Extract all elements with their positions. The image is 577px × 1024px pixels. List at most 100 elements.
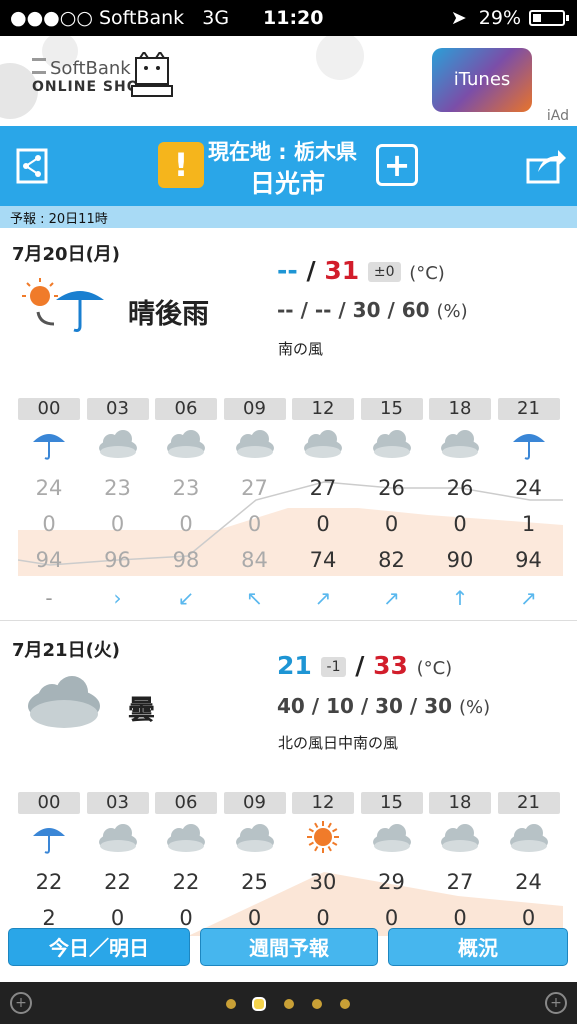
hour-slot: 18 xyxy=(429,398,491,462)
weather-text: 晴後雨 xyxy=(128,299,209,330)
page-dot[interactable] xyxy=(340,999,350,1009)
share-list-button[interactable] xyxy=(12,146,52,186)
tab-weekly[interactable]: 週間予報 xyxy=(200,928,378,966)
hour-temp: 24 xyxy=(35,476,63,500)
cloud-icon xyxy=(87,426,149,462)
hour-precip: 0 xyxy=(384,512,399,536)
battery-icon xyxy=(529,10,569,26)
hour-temp: 29 xyxy=(378,870,405,894)
hour-precip: 0 xyxy=(384,906,399,930)
hour-label: 15 xyxy=(360,398,423,420)
cloud-icon xyxy=(498,820,560,856)
hour-label: 21 xyxy=(497,398,560,420)
wind-text: 北の風日中南の風 xyxy=(278,734,399,752)
cloud-icon xyxy=(87,820,149,856)
add-location-button[interactable]: + xyxy=(376,144,418,186)
page-dot[interactable] xyxy=(284,999,294,1009)
city-name: 日光市 xyxy=(250,169,326,198)
hour-wind-direction: ↗ xyxy=(520,586,537,610)
warning-button[interactable]: ! xyxy=(158,142,204,188)
location-arrow-icon: ➤ xyxy=(450,7,467,29)
hour-humidity: 94 xyxy=(515,548,542,572)
clock: 11:20 xyxy=(263,7,324,29)
section-divider xyxy=(0,620,577,621)
hour-temp: 23 xyxy=(172,476,200,500)
page-dot[interactable] xyxy=(226,999,236,1009)
battery-percent: ➤ 29% xyxy=(450,7,521,29)
hour-temp: 27 xyxy=(309,476,337,500)
hour-precip: 0 xyxy=(521,906,536,930)
temp-high: 31 xyxy=(324,256,360,285)
hour-precip: 0 xyxy=(179,906,193,930)
cloud-icon xyxy=(155,820,217,856)
hour-slot: 03 xyxy=(86,398,149,462)
hour-slot: 00 xyxy=(18,792,80,856)
hour-slot: 18 xyxy=(429,792,491,856)
hour-label: 21 xyxy=(497,792,560,814)
hour-wind-direction: ↙ xyxy=(177,586,195,610)
add-page-icon[interactable]: + xyxy=(545,992,567,1014)
hour-label: 06 xyxy=(155,792,217,814)
forecast-time-bar: 予報 : 20日11時 xyxy=(0,206,577,228)
page-dot-active[interactable] xyxy=(252,997,266,1011)
hour-label: 09 xyxy=(223,398,286,420)
share-icon xyxy=(526,150,566,184)
hour-humidity: 94 xyxy=(35,548,63,572)
temperature-summary: -- / 31 ±0 (°C) xyxy=(277,256,445,285)
share-button[interactable] xyxy=(524,146,568,186)
share-list-icon xyxy=(16,148,48,184)
hour-wind-direction: ↗ xyxy=(383,586,400,610)
hour-temp: 30 xyxy=(309,870,337,894)
hour-temp: 22 xyxy=(35,870,63,894)
hour-wind-direction: - xyxy=(45,586,53,610)
cloud-icon xyxy=(155,426,217,462)
hour-precip: 0 xyxy=(316,906,330,930)
umbrella-icon xyxy=(18,820,80,856)
hour-label: 15 xyxy=(360,792,423,814)
hour-temp: 27 xyxy=(446,870,474,894)
hour-precip: 0 xyxy=(247,906,262,930)
hour-slot: 06 xyxy=(155,792,217,856)
hour-precip: 1 xyxy=(521,512,536,536)
page-dot[interactable] xyxy=(312,999,322,1009)
hour-temp: 26 xyxy=(378,476,405,500)
itunes-ad[interactable]: iTunes xyxy=(432,48,532,112)
hour-slot: 00 xyxy=(18,398,80,462)
hour-temp: 22 xyxy=(172,870,200,894)
umbrella-icon xyxy=(498,426,560,462)
hour-label: 12 xyxy=(292,398,354,420)
hour-humidity: 84 xyxy=(241,548,268,572)
temp-unit: (°C) xyxy=(416,658,453,679)
dog-computer-icon xyxy=(131,52,173,97)
hour-label: 18 xyxy=(429,792,491,814)
crosshair-icon[interactable]: + xyxy=(10,992,32,1014)
hour-wind-direction: › xyxy=(113,586,122,610)
hour-temp: 24 xyxy=(515,870,542,894)
hour-precip: 0 xyxy=(110,906,125,930)
hour-wind-direction: ↖ xyxy=(246,586,263,610)
temp-unit: (°C) xyxy=(409,263,445,284)
status-bar: ●●●○○ SoftBank 3G 11:20 ➤ 29% xyxy=(0,0,577,36)
warning-icon: ! xyxy=(173,146,189,184)
tab-overview[interactable]: 概況 xyxy=(388,928,568,966)
weather-text: 曇 xyxy=(128,695,155,726)
day-date: 7月21日(火) xyxy=(12,640,121,661)
hour-precip: 0 xyxy=(179,512,193,536)
hour-slot: 09 xyxy=(223,398,286,462)
bottom-tabs: 今日／明日 週間予報 概況 xyxy=(0,928,577,968)
sun-icon xyxy=(292,820,354,856)
hour-temp: 24 xyxy=(515,476,542,500)
sun-then-rain-icon xyxy=(22,278,104,332)
temp-diff-badge: ±0 xyxy=(367,262,401,282)
tab-today-tomorrow[interactable]: 今日／明日 xyxy=(8,928,190,966)
hour-slot: 15 xyxy=(360,792,423,856)
hour-slot: 21 xyxy=(497,398,560,462)
hour-temp: 23 xyxy=(104,476,131,500)
cloud-icon xyxy=(361,820,423,856)
location-header: ! 現在地 : 栃木県 日光市 + xyxy=(0,126,577,206)
ad-banner[interactable]: SoftBank ONLINE SHOP iTunes iAd xyxy=(0,36,577,126)
hour-label: 18 xyxy=(429,398,491,420)
cloud-icon xyxy=(224,426,286,462)
umbrella-icon xyxy=(18,426,80,462)
hour-slot: 12 xyxy=(292,792,354,856)
